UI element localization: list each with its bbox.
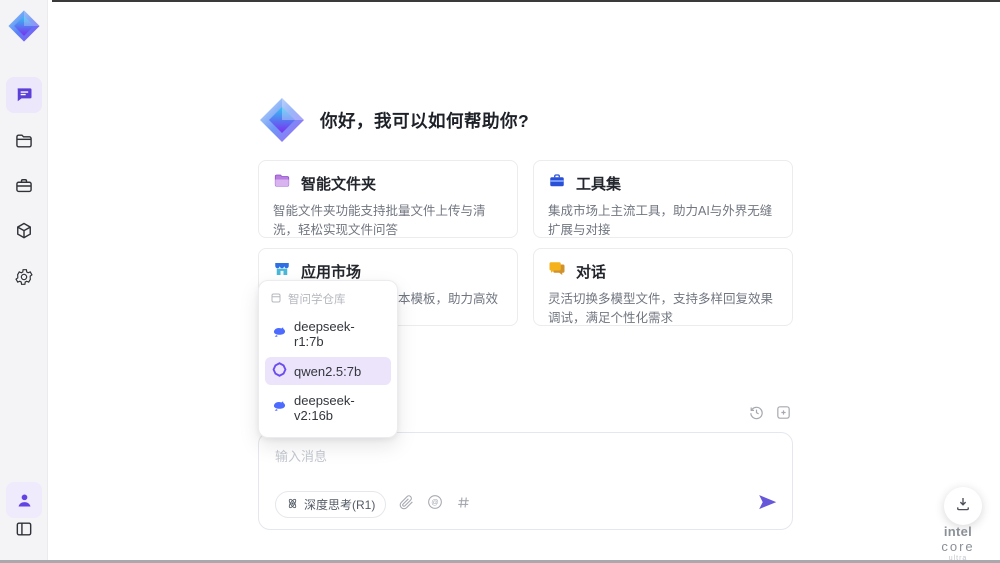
core-wordmark: core <box>941 539 975 554</box>
dropdown-item-label: deepseek-r1:7b <box>294 319 355 349</box>
window-top-border <box>52 0 1000 2</box>
dropdown-item-deepseek-v2[interactable]: deepseek-v2:16b <box>265 388 391 428</box>
cube-icon <box>14 221 34 241</box>
deepseek-whale-icon <box>272 325 287 343</box>
intel-core-badge: intel core ultra <box>926 524 990 562</box>
qwen-logo-icon <box>272 362 287 380</box>
card-toolkit[interactable]: 工具集 集成市场上主流工具，助力AI与外界无缝扩展与对接 <box>533 160 793 238</box>
card-title: 应用市场 <box>301 264 362 281</box>
deep-think-toggle[interactable]: 深度思考(R1) <box>275 491 387 518</box>
card-dialog[interactable]: 对话 灵活切换多模型文件，支持多样回复效果调试，满足个性化需求 <box>533 248 793 326</box>
send-button[interactable] <box>757 492 778 518</box>
hash-icon[interactable] <box>456 495 471 515</box>
repo-icon <box>270 292 282 307</box>
dropdown-header: 智问学仓库 <box>259 285 397 311</box>
sidebar-item-toolbox[interactable] <box>6 168 42 204</box>
sidebar-item-chat[interactable] <box>6 77 42 113</box>
dropdown-header-label: 智问学仓库 <box>288 294 346 306</box>
person-icon <box>15 491 34 510</box>
gear-icon <box>14 267 34 287</box>
chat-bubble-icon <box>14 85 34 105</box>
app-logo-large-icon <box>258 96 306 144</box>
at-mention-icon[interactable]: @ <box>427 494 443 515</box>
card-title: 工具集 <box>576 176 622 193</box>
briefcase-icon <box>14 176 34 196</box>
download-icon <box>954 495 972 518</box>
smart-folder-icon <box>273 172 291 195</box>
card-title: 对话 <box>576 264 607 281</box>
greeting: 你好，我可以如何帮助你? <box>258 96 529 144</box>
atom-icon <box>286 497 299 513</box>
card-description: 灵活切换多模型文件，支持多样回复效果调试，满足个性化需求 <box>548 292 774 326</box>
message-composer[interactable]: 输入消息 深度思考(R1) @ <box>258 432 793 530</box>
card-description: 集成市场上主流工具，助力AI与外界无缝扩展与对接 <box>548 204 773 238</box>
dropdown-item-label: qwen2.5:7b <box>294 363 362 379</box>
page-title: 你好，我可以如何帮助你? <box>320 110 530 131</box>
new-window-icon[interactable] <box>775 404 792 426</box>
folder-icon <box>14 131 34 151</box>
sidebar-item-panel-toggle[interactable] <box>6 511 42 547</box>
card-description: 智能文件夹功能支持批量文件上传与清洗，轻松实现文件问答 <box>273 204 486 238</box>
svg-text:@: @ <box>432 498 439 507</box>
deep-think-label: 深度思考(R1) <box>304 498 376 512</box>
sidebar-item-models[interactable] <box>6 213 42 249</box>
composer-top-icons <box>748 404 792 426</box>
dropdown-item-label: deepseek-v2:16b <box>294 393 355 423</box>
app-window: 你好，我可以如何帮助你? 智能文件夹 智能文件夹功能支持批量文件上传与清洗，轻松… <box>0 0 1000 563</box>
card-smart-folder[interactable]: 智能文件夹 智能文件夹功能支持批量文件上传与清洗，轻松实现文件问答 <box>258 160 518 238</box>
message-input[interactable]: 输入消息 <box>275 446 327 465</box>
panel-layout-icon <box>14 519 34 539</box>
dialog-bubbles-icon <box>548 260 566 283</box>
model-dropdown: 智问学仓库 deepseek-r1:7b qwen2.5:7b deepseek… <box>258 280 398 438</box>
paperclip-icon[interactable] <box>399 494 414 515</box>
sidebar <box>0 0 48 560</box>
app-logo-icon[interactable] <box>7 9 41 43</box>
dropdown-item-deepseek-r1[interactable]: deepseek-r1:7b <box>265 314 391 354</box>
composer-toolbar: 深度思考(R1) @ <box>275 491 778 518</box>
toolkit-briefcase-icon <box>548 172 566 195</box>
card-title: 智能文件夹 <box>301 176 377 193</box>
sidebar-item-folders[interactable] <box>6 123 42 159</box>
intel-wordmark: intel <box>943 524 973 539</box>
deepseek-whale-icon <box>272 399 287 417</box>
sidebar-item-settings[interactable] <box>6 259 42 295</box>
history-icon[interactable] <box>748 404 765 426</box>
download-button[interactable] <box>944 487 982 525</box>
dropdown-item-qwen[interactable]: qwen2.5:7b <box>265 357 391 385</box>
